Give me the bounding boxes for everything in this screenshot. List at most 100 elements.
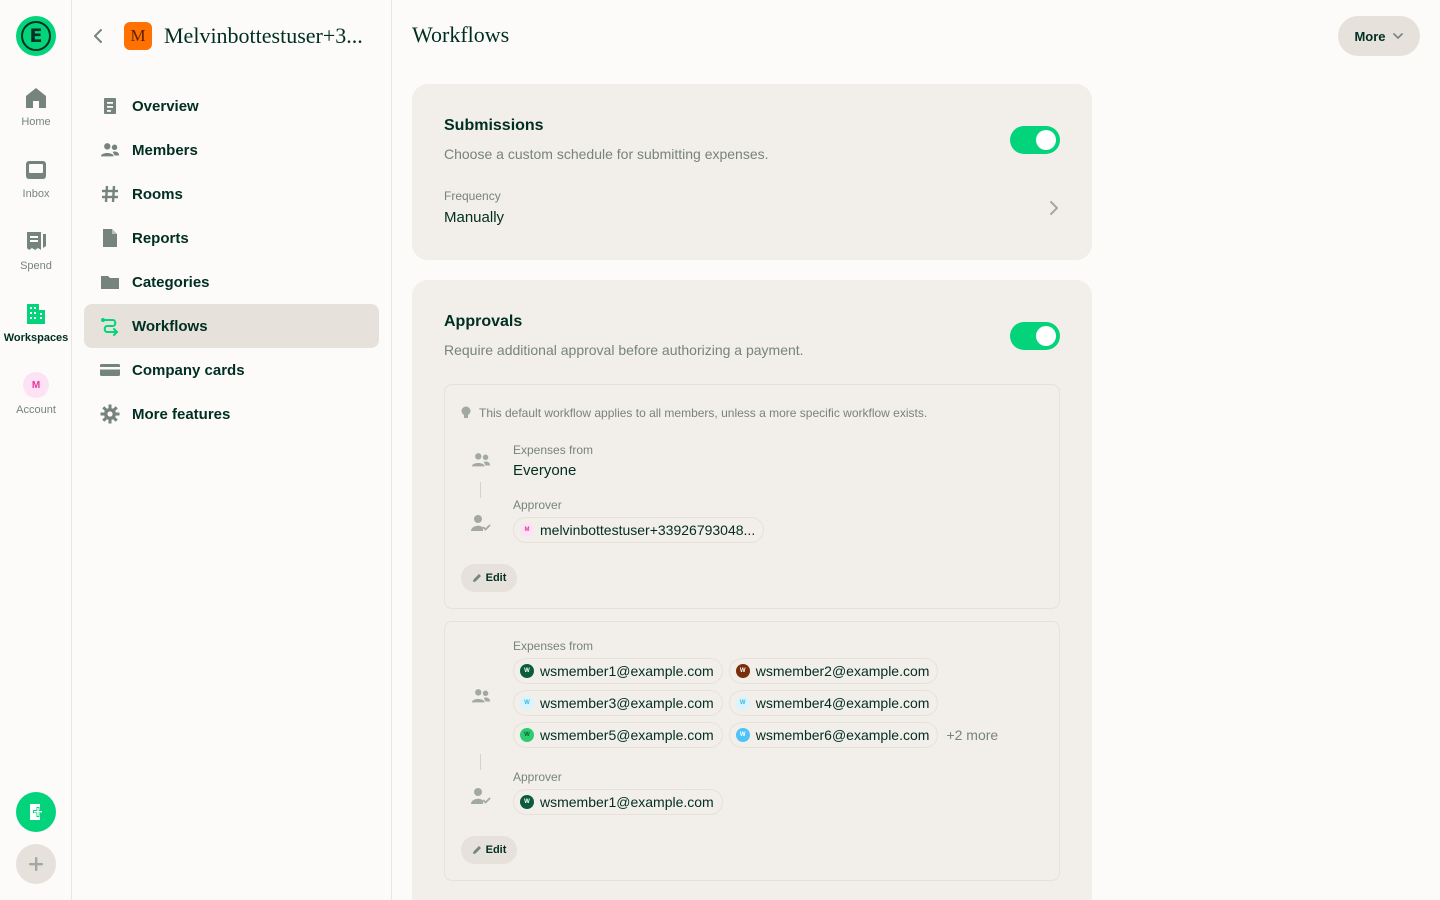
chevron-left-icon[interactable] [88, 26, 108, 46]
pencil-icon [472, 574, 481, 582]
connector-line [480, 482, 481, 498]
global-nav-rail: E Home Inbox Spend Workspaces M Account [0, 0, 72, 900]
approver-pills: M melvinbottestuser+33926793048... [513, 517, 765, 543]
approver-label: Approver [513, 770, 562, 784]
frequency-label: Frequency [444, 189, 501, 203]
avatar: W [520, 795, 534, 809]
rail-spend[interactable]: Spend [0, 230, 72, 272]
workspace-avatar: M [124, 22, 152, 50]
rail-spend-label: Spend [20, 260, 52, 272]
member-pills-row-3: W wsmember5@example.com W wsmember6@exam… [513, 722, 998, 748]
avatar: M [520, 523, 534, 537]
default-workflow-hint: This default workflow applies to all mem… [461, 406, 927, 420]
nav-item-categories[interactable]: Categories [84, 260, 379, 304]
nav-item-company-cards[interactable]: Company cards [84, 348, 379, 392]
approver-pills: W wsmember1@example.com [513, 789, 723, 815]
pencil-icon [472, 846, 481, 854]
approver-pill: W wsmember1@example.com [513, 789, 723, 815]
connector-line [480, 754, 481, 770]
users-icon [471, 453, 491, 467]
home-icon [26, 88, 46, 108]
frequency-value: Manually [444, 209, 505, 226]
hashtag-icon [100, 184, 120, 204]
rail-account-label: Account [16, 404, 56, 416]
nav-item-members[interactable]: Members [84, 128, 379, 172]
page-title: Workflows [412, 22, 510, 47]
hint-text: This default workflow applies to all mem… [479, 406, 928, 420]
member-pill: W wsmember2@example.com [728, 658, 939, 684]
gear-icon [100, 404, 120, 424]
member-pill: W wsmember3@example.com [513, 690, 723, 716]
nav-item-reports[interactable]: Reports [84, 216, 379, 260]
avatar: W [735, 664, 750, 678]
approvals-toggle[interactable] [1010, 322, 1060, 350]
workspace-header: M Melvinbottestuser+3... [88, 16, 378, 56]
nav-label: Overview [132, 97, 199, 115]
edit-label: Edit [485, 844, 507, 856]
expenses-from-label: Expenses from [513, 443, 594, 457]
member-pill: W wsmember5@example.com [513, 722, 723, 748]
approver-pill: M melvinbottestuser+33926793048... [513, 517, 765, 543]
user-check-icon [471, 515, 491, 531]
card-icon [100, 360, 120, 380]
rail-inbox-label: Inbox [22, 188, 50, 200]
nav-label: Categories [132, 273, 210, 291]
nav-label: Workflows [132, 317, 208, 335]
member-email: wsmember4@example.com [755, 695, 930, 711]
nav-item-rooms[interactable]: Rooms [84, 172, 379, 216]
rail-home[interactable]: Home [0, 86, 72, 128]
approver-name: wsmember1@example.com [540, 794, 714, 810]
workspace-name: Melvinbottestuser+3... [164, 23, 363, 48]
avatar: W [520, 728, 534, 742]
expensify-logo[interactable]: E [16, 16, 56, 56]
nav-label: Company cards [132, 361, 245, 379]
avatar: W [735, 696, 750, 710]
building-icon [27, 304, 45, 324]
member-email: wsmember6@example.com [755, 727, 930, 743]
workspace-nav: Overview Members Rooms Reports Categorie… [84, 84, 379, 436]
approver-label: Approver [513, 498, 562, 512]
approvals-card: Approvals Require additional approval be… [412, 280, 1092, 900]
member-email: wsmember2@example.com [755, 663, 930, 679]
workspace-sidebar: M Melvinbottestuser+3... Overview Member… [72, 0, 392, 900]
user-check-icon [471, 788, 491, 804]
approvals-title: Approvals [444, 313, 523, 330]
rail-workspaces-label: Workspaces [3, 332, 69, 344]
submissions-toggle[interactable] [1010, 126, 1060, 154]
folder-icon [100, 272, 120, 292]
avatar: W [520, 664, 534, 678]
nav-item-overview[interactable]: Overview [84, 84, 379, 128]
nav-label: Reports [132, 229, 189, 247]
nav-item-workflows[interactable]: Workflows [84, 304, 379, 348]
document-icon [100, 96, 120, 116]
default-workflow[interactable]: This default workflow applies to all mem… [444, 384, 1060, 609]
member-pills-row-2: W wsmember3@example.com W wsmember4@exam… [513, 690, 939, 716]
inbox-icon [26, 161, 46, 179]
nav-label: Members [132, 141, 198, 159]
rail-account[interactable]: M Account [0, 372, 72, 416]
member-pills-row-1: W wsmember1@example.com W wsmember2@exam… [513, 658, 939, 684]
create-button[interactable] [16, 844, 56, 884]
rail-inbox[interactable]: Inbox [0, 158, 72, 200]
users-icon [471, 689, 491, 703]
plus-icon [29, 857, 43, 871]
custom-workflow[interactable]: Expenses from W wsmember1@example.com W … [444, 621, 1060, 881]
approver-name: melvinbottestuser+33926793048... [540, 522, 756, 538]
member-email: wsmember5@example.com [540, 727, 714, 743]
more-button[interactable]: More [1338, 16, 1420, 56]
member-pill: W wsmember6@example.com [728, 722, 939, 748]
nav-item-more-features[interactable]: More features [84, 392, 379, 436]
chevron-down-icon [1392, 33, 1403, 40]
chevron-right-icon[interactable] [1048, 200, 1060, 216]
new-expense-button[interactable] [16, 792, 56, 832]
edit-default-workflow-button[interactable]: Edit [461, 564, 517, 592]
more-button-label: More [1354, 28, 1386, 44]
edit-label: Edit [485, 572, 507, 584]
expenses-from-value: Everyone [513, 462, 577, 479]
rail-workspaces[interactable]: Workspaces [0, 302, 72, 344]
member-pill: W wsmember1@example.com [513, 658, 723, 684]
receipt-plus-icon [30, 804, 43, 820]
edit-custom-workflow-button[interactable]: Edit [461, 836, 517, 864]
avatar: M [23, 372, 49, 398]
submissions-description: Choose a custom schedule for submitting … [444, 146, 769, 162]
